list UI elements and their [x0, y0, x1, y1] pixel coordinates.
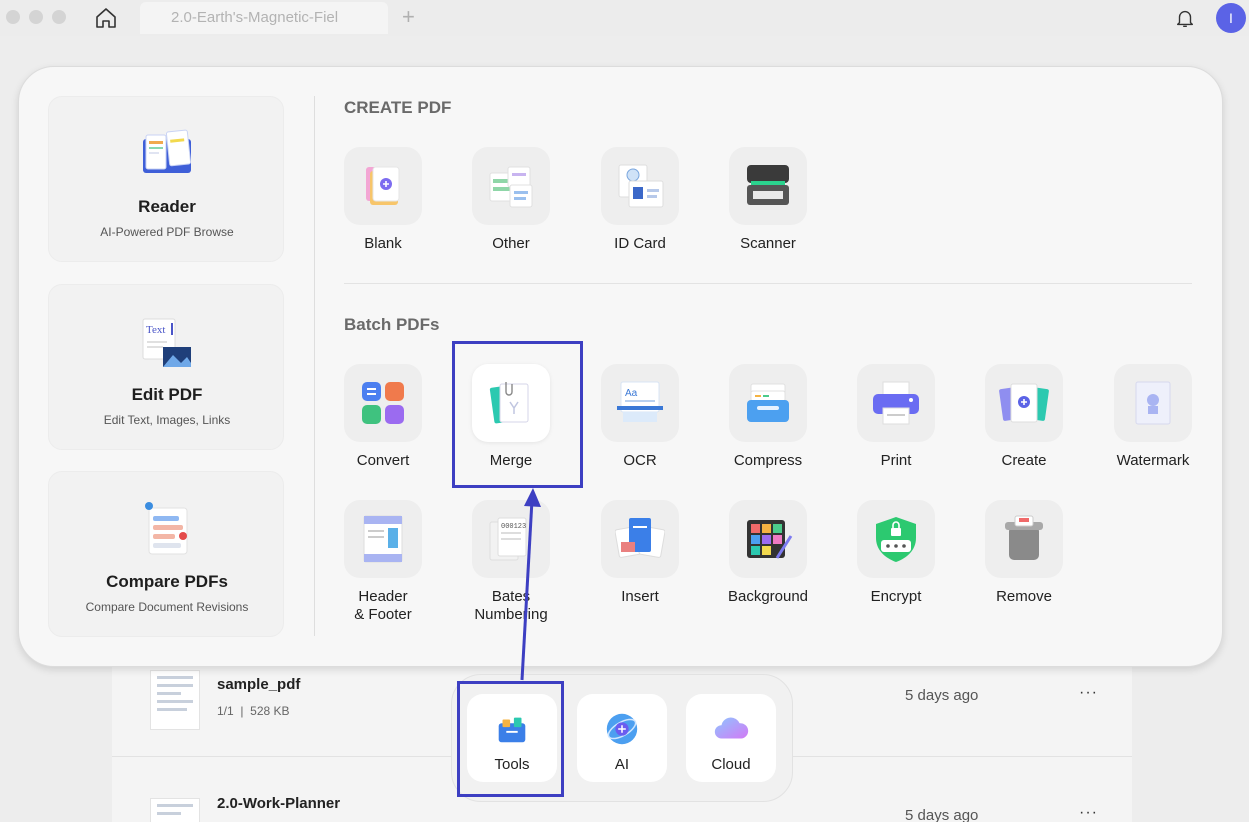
- document-tab[interactable]: 2.0-Earth's-Magnetic-Fiel: [140, 2, 388, 34]
- background-icon: [747, 520, 793, 559]
- id-card-icon: [618, 164, 664, 208]
- tool-label: Bates Numbering: [474, 588, 548, 623]
- home-icon[interactable]: [94, 6, 118, 30]
- convert-icon: [362, 382, 404, 424]
- dock-cloud-button[interactable]: Cloud: [686, 694, 776, 782]
- tool-label: ID Card: [614, 235, 666, 252]
- header-footer-icon: [363, 515, 403, 563]
- card-title: Reader: [138, 197, 196, 216]
- file-date: 5 days ago: [905, 687, 979, 704]
- watermark-icon: [1135, 381, 1171, 425]
- svg-text:Aa: Aa: [625, 388, 638, 399]
- merge-highlight: [452, 341, 583, 488]
- tool-watermark[interactable]: Watermark: [1093, 364, 1213, 484]
- other-formats-icon: [489, 166, 533, 208]
- tool-convert[interactable]: Convert: [323, 364, 443, 484]
- card-subtitle: Compare Document Revisions: [85, 600, 249, 614]
- edit-pdf-card[interactable]: Text Edit PDF Edit Text, Images, Links: [48, 284, 284, 450]
- printer-icon: [873, 381, 919, 425]
- tool-compress[interactable]: Compress: [708, 364, 828, 484]
- tool-label: Background: [727, 588, 809, 605]
- bell-icon[interactable]: [1174, 6, 1196, 30]
- ai-assistant-icon: [606, 713, 638, 745]
- svg-text:Text: Text: [146, 324, 165, 336]
- create-icon: [999, 383, 1049, 423]
- section-title-batch: Batch PDFs: [344, 315, 440, 334]
- tools-highlight: [457, 681, 564, 797]
- tool-label: Encrypt: [870, 588, 922, 605]
- blank-page-icon: [366, 166, 400, 205]
- compare-pdfs-card[interactable]: Compare PDFs Compare Document Revisions: [48, 471, 284, 637]
- minimize-window-button[interactable]: [29, 10, 43, 24]
- tool-scanner[interactable]: Scanner: [708, 147, 828, 267]
- zoom-window-button[interactable]: [52, 10, 66, 24]
- svg-text:000123: 000123: [501, 523, 526, 531]
- card-subtitle: AI-Powered PDF Browse: [100, 225, 234, 239]
- tool-ocr[interactable]: Aa OCR: [580, 364, 700, 484]
- tool-insert[interactable]: Insert: [580, 500, 700, 620]
- card-title: Compare PDFs: [106, 572, 228, 591]
- tool-label: Remove: [996, 588, 1052, 605]
- insert-icon: [615, 518, 665, 558]
- tool-label: Header & Footer: [354, 588, 412, 623]
- tool-id-card[interactable]: ID Card: [580, 147, 700, 267]
- tool-label: Convert: [356, 452, 410, 469]
- more-options-button[interactable]: ···: [1079, 684, 1098, 702]
- dock-ai-button[interactable]: AI: [577, 694, 667, 782]
- tool-label: Print: [880, 452, 912, 469]
- new-tab-button[interactable]: +: [402, 5, 415, 29]
- tool-blank[interactable]: Blank: [323, 147, 443, 267]
- ocr-icon: Aa: [617, 381, 663, 422]
- tool-label: Watermark: [1116, 452, 1190, 469]
- compress-icon: [747, 383, 789, 422]
- scanner-icon: [747, 165, 789, 205]
- file-date: 5 days ago: [905, 807, 979, 822]
- tool-label: Blank: [364, 235, 402, 252]
- file-name: 2.0-Work-Planner: [217, 795, 341, 812]
- file-thumbnail: [150, 798, 200, 822]
- tool-label: Compress: [733, 452, 803, 469]
- book-icon: [143, 129, 192, 173]
- tool-other[interactable]: Other: [451, 147, 571, 267]
- card-title: Edit PDF: [131, 385, 203, 404]
- tool-create[interactable]: Create: [964, 364, 1084, 484]
- tool-label: Create: [1001, 452, 1047, 469]
- reader-card[interactable]: Reader AI-Powered PDF Browse: [48, 96, 284, 262]
- tool-label: Insert: [621, 588, 659, 605]
- file-thumbnail: [150, 670, 200, 730]
- bates-numbering-icon: 000123: [489, 517, 527, 561]
- more-options-button[interactable]: ···: [1079, 804, 1098, 822]
- shield-lock-icon: [876, 517, 916, 562]
- dock-label: AI: [614, 756, 630, 773]
- tool-remove[interactable]: Remove: [964, 500, 1084, 620]
- compare-icon: [145, 502, 188, 555]
- file-pages: 1/1 | 528 KB: [217, 704, 290, 718]
- divider: [344, 283, 1192, 284]
- divider: [314, 96, 315, 636]
- edit-text-icon: Text: [142, 318, 191, 367]
- trash-icon: [1005, 515, 1043, 560]
- close-window-button[interactable]: [6, 10, 20, 24]
- tool-print[interactable]: Print: [836, 364, 956, 484]
- title-bar: 2.0-Earth's-Magnetic-Fiel + I: [0, 0, 1249, 36]
- dock-label: Cloud: [711, 756, 751, 773]
- tool-background[interactable]: Background: [708, 500, 828, 620]
- avatar[interactable]: I: [1216, 3, 1246, 33]
- cloud-icon: [714, 717, 749, 739]
- card-subtitle: Edit Text, Images, Links: [103, 413, 231, 427]
- file-name: sample_pdf: [217, 676, 301, 693]
- tool-label: Other: [492, 235, 530, 252]
- tool-header-footer[interactable]: Header & Footer: [323, 500, 443, 623]
- tool-bates-numbering[interactable]: 000123 Bates Numbering: [451, 500, 571, 623]
- tool-label: Scanner: [740, 235, 796, 252]
- section-title-create: CREATE PDF: [344, 98, 452, 117]
- tool-label: OCR: [623, 452, 657, 469]
- tool-encrypt[interactable]: Encrypt: [836, 500, 956, 620]
